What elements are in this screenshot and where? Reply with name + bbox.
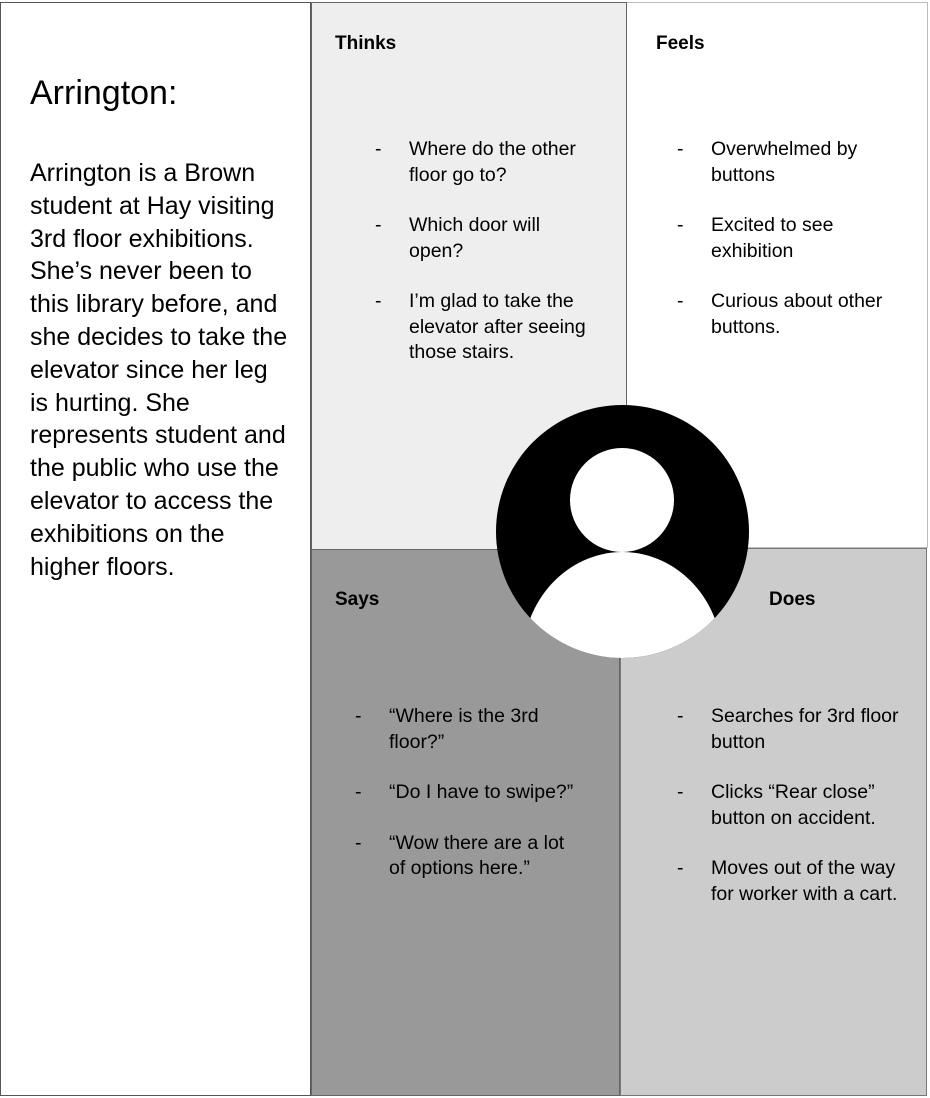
feels-title: Feels — [656, 33, 705, 54]
thinks-list: - Where do the other floor go to? - Which … — [375, 137, 595, 391]
does-item-text: Clicks “Rear close” button on accident. — [711, 781, 876, 829]
says-list: - “Where is the 3rd floor?” - “Do I have t… — [355, 704, 580, 907]
list-item: - Moves out of the way for worker with a … — [677, 856, 902, 907]
persona-name: Arrington: — [30, 74, 178, 112]
feels-list: - Overwhelmed by buttons - Excited to see … — [677, 137, 897, 365]
feels-item-text: Curious about other buttons. — [711, 290, 883, 338]
bullet-dash: - — [677, 290, 684, 312]
list-item: - Overwhelmed by buttons — [677, 137, 897, 188]
does-list: - Searches for 3rd floor button - Clicks “… — [677, 704, 902, 932]
thinks-item-text: Where do the other floor go to? — [409, 138, 576, 186]
list-item: - Which door will open? — [375, 213, 595, 264]
list-item: - I’m glad to take the elevator after see… — [375, 289, 595, 366]
bullet-dash: - — [375, 138, 382, 160]
thinks-item-text: Which door will open? — [409, 214, 541, 262]
bullet-dash: - — [677, 705, 684, 727]
list-item: - “Do I have to swipe?” — [355, 780, 580, 806]
bullet-dash: - — [355, 781, 362, 803]
feels-item-text: Overwhelmed by buttons — [711, 138, 858, 186]
feels-item-text: Excited to see exhibition — [711, 214, 834, 262]
says-item-text: “Wow there are a lot of options here.” — [389, 831, 565, 880]
says-item-text: “Where is the 3rd floor?” — [389, 705, 539, 753]
bullet-dash: - — [677, 214, 684, 236]
thinks-title: Thinks — [335, 33, 397, 54]
list-item: - “Where is the 3rd floor?” — [355, 704, 580, 755]
list-item: - “Wow there are a lot of options here.” — [355, 831, 580, 882]
says-title: Says — [335, 589, 380, 610]
list-item: - Excited to see exhibition — [677, 213, 897, 264]
does-item-text: Moves out of the way for worker with a c… — [711, 857, 898, 905]
bullet-dash: - — [677, 857, 684, 879]
bullet-dash: - — [355, 705, 362, 727]
list-item: - Curious about other buttons. — [677, 289, 897, 340]
does-title: Does — [769, 589, 816, 610]
list-item: - Clicks “Rear close” button on accident. — [677, 780, 902, 831]
bullet-dash: - — [375, 290, 382, 312]
bullet-dash: - — [375, 214, 382, 236]
list-item: - Where do the other floor go to? — [375, 137, 595, 188]
does-item-text: Searches for 3rd floor button — [711, 705, 899, 753]
persona-description: Arrington is a Brown student at Hay visi… — [30, 159, 288, 581]
avatar-head — [570, 448, 674, 552]
bullet-dash: - — [355, 831, 362, 854]
bullet-dash: - — [677, 781, 684, 803]
thinks-item-text: I’m glad to take the elevator after seei… — [409, 290, 586, 363]
list-item: - Searches for 3rd floor button — [677, 704, 902, 755]
user-avatar-icon — [496, 405, 749, 658]
bullet-dash: - — [677, 138, 684, 160]
says-item-text: “Do I have to swipe?” — [389, 781, 574, 803]
